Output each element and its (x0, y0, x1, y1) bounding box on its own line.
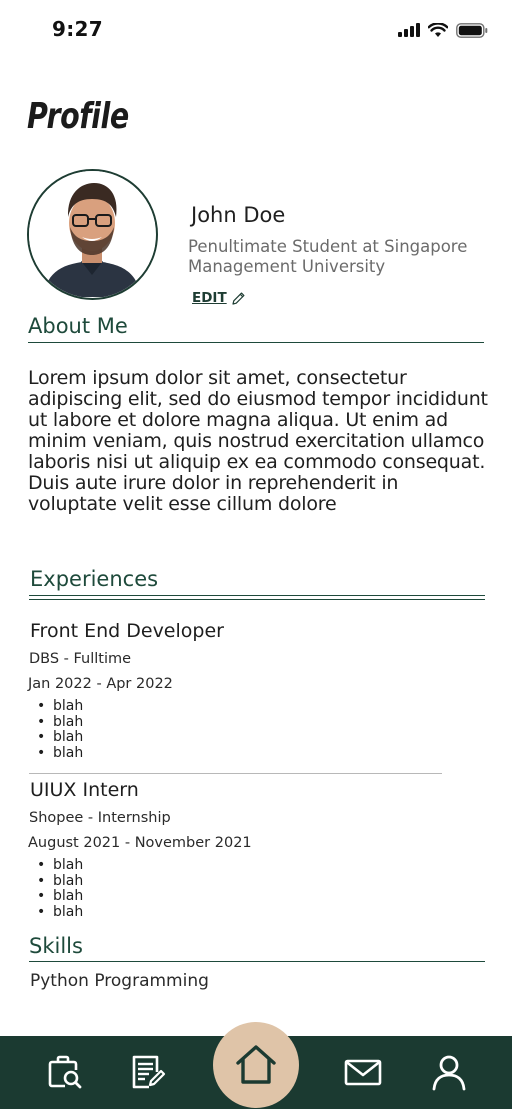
edit-label: EDIT (192, 290, 227, 306)
job-search-icon (48, 1055, 82, 1089)
avatar-photo (29, 171, 155, 297)
resume-icon (132, 1055, 166, 1089)
about-heading: About Me (28, 314, 128, 338)
list-item: blah (37, 730, 83, 746)
list-item: blah (37, 714, 83, 731)
skills-heading: Skills (29, 934, 83, 958)
avatar (27, 169, 158, 300)
experiences-divider (29, 595, 485, 596)
experience-title: UIUX Intern (30, 779, 139, 801)
list-item: blah (37, 745, 83, 762)
about-divider (28, 342, 484, 343)
user-icon (432, 1055, 466, 1091)
list-item: blah (37, 889, 83, 905)
experiences-heading: Experiences (30, 567, 159, 591)
profile-name: John Doe (191, 203, 286, 227)
wifi-icon (428, 22, 448, 37)
nav-messages[interactable] (341, 1050, 385, 1094)
list-item: blah (37, 857, 83, 874)
experience-separator (29, 773, 442, 774)
status-time: 9:27 (52, 17, 103, 41)
experience-title: Front End Developer (30, 620, 224, 642)
edit-profile-link[interactable]: EDIT (192, 290, 246, 306)
battery-icon (456, 22, 488, 38)
experience-dates: Jan 2022 - Apr 2022 (28, 676, 173, 692)
home-icon (236, 1045, 276, 1084)
skills-divider (29, 961, 485, 962)
nav-resume[interactable] (125, 1050, 169, 1094)
nav-home[interactable] (213, 1022, 299, 1108)
signal-icon (398, 23, 420, 37)
status-icons (398, 20, 488, 40)
about-body: Lorem ipsum dolor sit amet, consectetur … (28, 367, 488, 515)
list-item: blah (37, 698, 83, 715)
nav-profile[interactable] (427, 1050, 471, 1094)
experience-company: DBS - Fulltime (29, 651, 132, 667)
nav-job-search[interactable] (43, 1050, 87, 1094)
page-title: Profile (27, 96, 129, 137)
experience-dates: August 2021 - November 2021 (28, 835, 252, 851)
pencil-icon (232, 292, 245, 305)
list-item: blah (37, 904, 83, 921)
experience-bullets: blah blah blah blah (37, 857, 83, 921)
profile-subtitle: Penultimate Student at Singapore Managem… (188, 237, 468, 276)
experiences-divider-double (29, 599, 485, 600)
experience-company: Shopee - Internship (29, 810, 171, 826)
mail-icon (344, 1059, 382, 1086)
experience-bullets: blah blah blah blah (37, 698, 83, 762)
skill-item: Python Programming (30, 971, 209, 991)
list-item: blah (37, 873, 83, 890)
